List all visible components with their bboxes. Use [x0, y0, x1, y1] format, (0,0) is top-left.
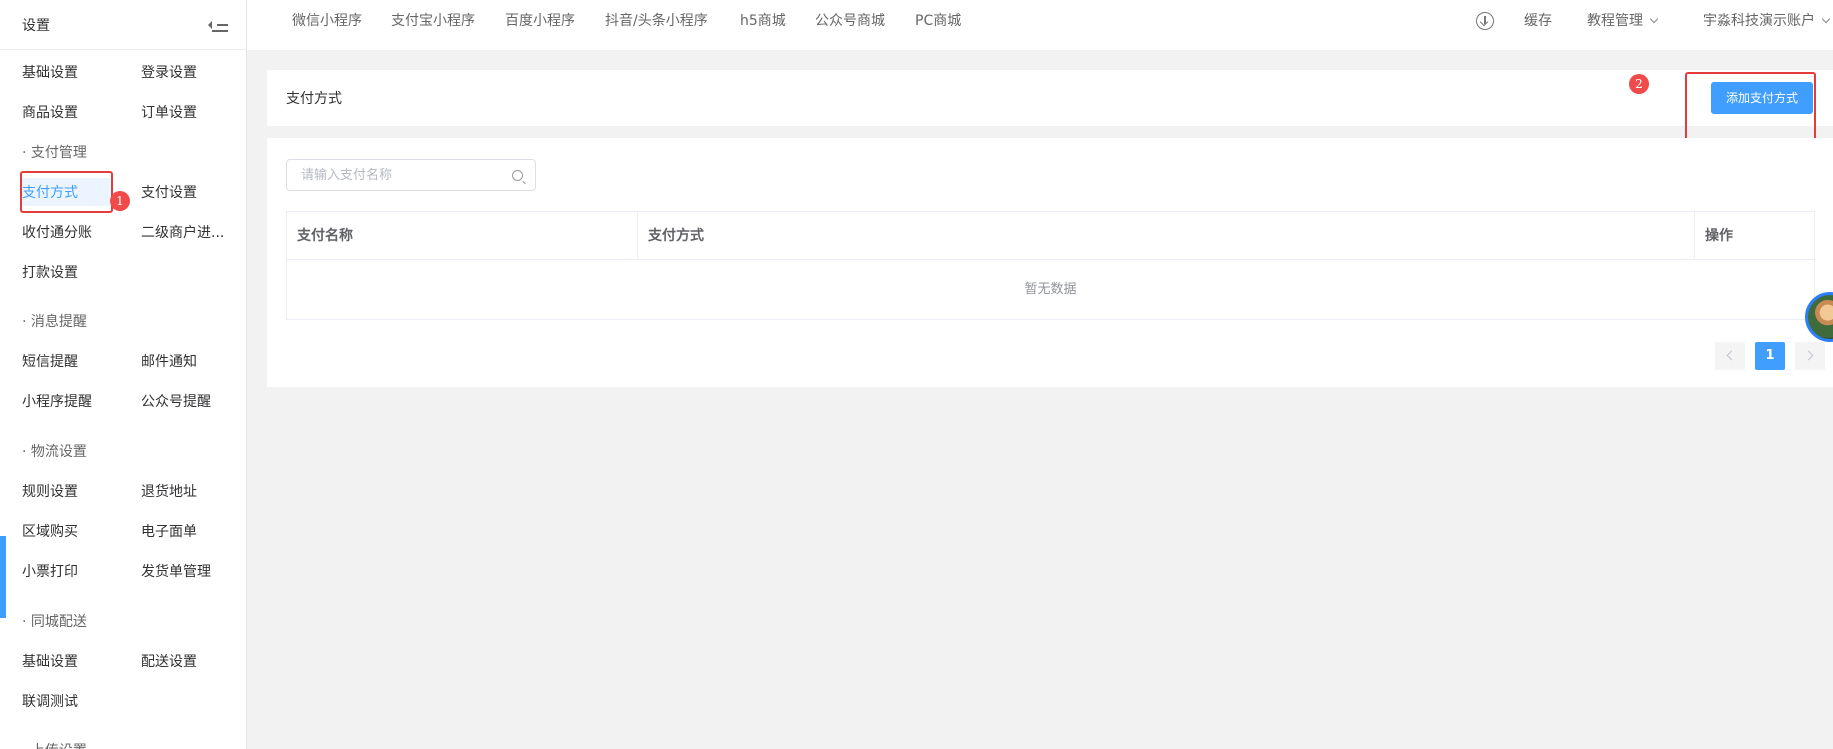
group-upload-label: · 上传设置 [22, 740, 87, 749]
pagination-page-1[interactable]: 1 [1755, 342, 1785, 370]
menu-email-notice[interactable]: 邮件通知 [141, 351, 197, 371]
menu-split-account[interactable]: 收付通分账 [22, 222, 92, 242]
search-icon[interactable] [512, 170, 523, 181]
account-name: 宇淼科技演示账户 [1703, 13, 1815, 29]
column-payment-name: 支付名称 [287, 212, 638, 260]
menu-login-settings[interactable]: 登录设置 [141, 62, 197, 82]
page-header-panel [267, 70, 1833, 126]
chevron-left-icon [1726, 350, 1737, 361]
sidebar-header: 设置 [0, 0, 246, 50]
annotation-badge-2: 2 [1629, 74, 1649, 94]
nav-account-dropdown[interactable]: 宇淼科技演示账户 [1703, 0, 1831, 42]
menu-shipping-list[interactable]: 发货单管理 [141, 561, 211, 581]
group-payment-label: · 支付管理 [22, 145, 87, 161]
table-empty-text: 暂无数据 [1024, 282, 1077, 297]
pagination-prev-button[interactable] [1715, 342, 1745, 370]
nav-alipay-miniprogram[interactable]: 支付宝小程序 [391, 0, 475, 42]
menu-order-settings[interactable]: 订单设置 [141, 102, 197, 122]
column-actions: 操作 [1705, 228, 1733, 244]
nav-baidu-miniprogram[interactable]: 百度小程序 [505, 0, 575, 42]
annotation-badge-1: 1 [110, 191, 130, 211]
annotation-box-2 [1685, 72, 1816, 144]
nav-pc-mall[interactable]: PC商城 [915, 0, 961, 42]
top-navigation: 微信小程序 支付宝小程序 百度小程序 抖音/头条小程序 h5商城 公众号商城 P… [247, 0, 1833, 50]
nav-cache[interactable]: 缓存 [1524, 0, 1552, 42]
nav-douyin-miniprogram[interactable]: 抖音/头条小程序 [605, 0, 708, 42]
settings-sidebar: 设置 基础设置 登录设置 商品设置 订单设置 · 支付管理 支付方式 支付设置 … [0, 0, 247, 749]
menu-return-address[interactable]: 退货地址 [141, 481, 197, 501]
annotation-box-1 [20, 171, 113, 213]
nav-h5-mall[interactable]: h5商城 [740, 0, 786, 42]
download-icon[interactable] [1476, 12, 1494, 30]
column-payment-type: 支付方式 [638, 212, 1695, 260]
sidebar-title: 设置 [22, 17, 50, 34]
menu-region-purchase[interactable]: 区域购买 [22, 521, 78, 541]
menu-payment-settings[interactable]: 支付设置 [141, 182, 197, 202]
chevron-down-icon [1649, 14, 1659, 24]
chevron-right-icon [1803, 350, 1814, 361]
menu-product-settings[interactable]: 商品设置 [22, 102, 78, 122]
sidebar-scroll-indicator [0, 536, 6, 618]
payment-methods-table: 支付名称 支付方式 操作 暂无数据 [286, 211, 1815, 320]
table-header: 支付名称 支付方式 操作 [287, 212, 1814, 260]
page-title: 支付方式 [286, 91, 342, 107]
menu-payout-settings[interactable]: 打款设置 [22, 262, 78, 282]
chevron-down-icon [1821, 14, 1831, 24]
menu-official-account-reminder[interactable]: 公众号提醒 [141, 391, 211, 411]
menu-delivery-settings[interactable]: 配送设置 [141, 651, 197, 671]
nav-wechat-miniprogram[interactable]: 微信小程序 [292, 0, 362, 42]
menu-receipt-print[interactable]: 小票打印 [22, 561, 78, 581]
group-local-delivery-label: · 同城配送 [22, 614, 87, 630]
collapse-menu-icon[interactable] [208, 17, 228, 33]
tutorial-label: 教程管理 [1587, 13, 1643, 29]
menu-sms-reminder[interactable]: 短信提醒 [22, 351, 78, 371]
menu-e-waybill[interactable]: 电子面单 [141, 521, 197, 541]
nav-official-account-mall[interactable]: 公众号商城 [815, 0, 885, 42]
search-box [286, 159, 536, 191]
group-logistics-label: · 物流设置 [22, 444, 87, 460]
payment-name-search-input[interactable] [287, 160, 535, 190]
menu-debug-test[interactable]: 联调测试 [22, 691, 78, 711]
nav-tutorial-dropdown[interactable]: 教程管理 [1587, 0, 1659, 42]
pagination-next-button[interactable] [1795, 342, 1825, 370]
menu-sub-merchant[interactable]: 二级商户进... [141, 222, 224, 242]
menu-basic-settings[interactable]: 基础设置 [22, 62, 78, 82]
menu-miniprogram-reminder[interactable]: 小程序提醒 [22, 391, 92, 411]
menu-rule-settings[interactable]: 规则设置 [22, 481, 78, 501]
group-message-label: · 消息提醒 [22, 314, 87, 330]
menu-local-basic-settings[interactable]: 基础设置 [22, 651, 78, 671]
